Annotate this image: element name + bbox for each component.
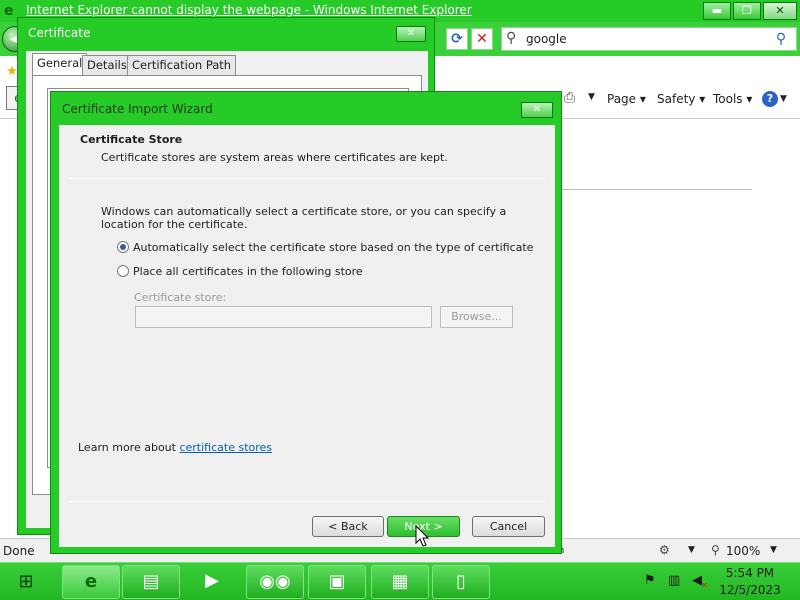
search-box: ⚲ ⚲: [501, 27, 797, 51]
wizard-intro-text: Windows can automatically select a certi…: [101, 205, 507, 231]
mouse-pointer-icon: [415, 525, 430, 547]
footer-divider: [69, 501, 545, 502]
close-button[interactable]: ✕: [763, 2, 797, 20]
page-menu[interactable]: Page ▾: [607, 92, 646, 106]
tab-details[interactable]: Details: [82, 55, 132, 75]
print-icon[interactable]: ⎙: [564, 90, 575, 106]
taskbar-toolbox-app[interactable]: ▣: [308, 565, 366, 599]
certificate-stores-link[interactable]: certificate stores: [179, 441, 272, 454]
help-icon[interactable]: ?: [762, 91, 778, 107]
taskbar-internet-explorer[interactable]: e: [62, 565, 120, 599]
muted-icon: ✕: [701, 581, 708, 590]
action-center-flag-icon[interactable]: ⚑: [644, 573, 656, 588]
tab-certification-path[interactable]: Certification Path: [127, 55, 237, 75]
back-button[interactable]: < Back: [312, 516, 384, 537]
radio-manual-label[interactable]: Place all certificates in the following …: [133, 265, 363, 278]
search-provider-icon: ⚲: [506, 30, 517, 46]
minimize-button[interactable]: ▬: [703, 2, 731, 20]
clock-date[interactable]: 12/5/2023: [710, 583, 790, 597]
maximize-button[interactable]: ❐: [733, 2, 761, 20]
favorites-star-icon[interactable]: ★: [6, 64, 18, 79]
tab-general[interactable]: General: [32, 53, 88, 75]
refresh-icon[interactable]: ⟳: [446, 28, 468, 50]
taskbar-file-explorer[interactable]: ▤: [122, 565, 180, 599]
ie-window-title: Internet Explorer cannot display the web…: [26, 3, 472, 17]
chevron-down-icon[interactable]: ▼: [688, 545, 695, 555]
clock-time[interactable]: 5:54 PM: [710, 566, 790, 580]
tools-menu[interactable]: Tools ▾: [713, 92, 752, 106]
taskbar-eyes-app[interactable]: ◉◉: [246, 565, 304, 599]
safety-menu[interactable]: Safety ▾: [657, 92, 705, 106]
taskbar-media-player[interactable]: ▶: [182, 565, 242, 599]
certificate-import-wizard: Certificate Import Wizard ✕ Certificate …: [50, 91, 562, 554]
radio-auto-label[interactable]: Automatically select the certificate sto…: [133, 241, 533, 254]
certificate-store-label: Certificate store:: [134, 291, 227, 304]
wizard-title: Certificate Import Wizard: [62, 102, 213, 116]
cancel-button[interactable]: Cancel: [472, 516, 545, 537]
radio-button[interactable]: [117, 265, 129, 277]
zoom-icon[interactable]: ⚲: [711, 543, 720, 557]
learn-more-prefix: Learn more about: [78, 441, 176, 454]
taskbar: ⊞ e ▤ ▶ ◉◉ ▣ ▦ ▯ ⚑ ▥ ◀ ✕ 5:54 PM 12/5/20…: [0, 562, 800, 600]
learn-more-text: Learn more about certificate stores: [78, 441, 272, 454]
wizard-step-description: Certificate stores are system areas wher…: [101, 151, 448, 164]
certificate-dialog-title: Certificate: [28, 26, 91, 40]
wizard-body: Certificate Store Certificate stores are…: [59, 125, 555, 547]
security-icon[interactable]: ⚙: [659, 543, 670, 557]
zoom-level[interactable]: 100%: [726, 544, 760, 558]
radio-button[interactable]: [117, 241, 129, 253]
network-icon[interactable]: ▥: [668, 573, 680, 588]
status-text: Done: [3, 544, 35, 558]
search-input[interactable]: [526, 30, 766, 48]
taskbar-document-app[interactable]: ▯: [432, 565, 490, 599]
certificate-store-field: [135, 306, 432, 328]
wizard-step-title: Certificate Store: [80, 133, 183, 146]
stop-icon[interactable]: ✕: [471, 28, 493, 50]
chevron-down-icon[interactable]: ▼: [588, 92, 595, 102]
browse-button: Browse...: [440, 306, 513, 328]
close-icon[interactable]: ✕: [521, 102, 553, 118]
start-button[interactable]: ⊞: [6, 566, 46, 598]
chevron-down-icon[interactable]: ▼: [780, 94, 787, 104]
header-divider: [69, 178, 545, 179]
chevron-down-icon[interactable]: ▼: [770, 545, 777, 555]
taskbar-network-app[interactable]: ▦: [371, 565, 429, 599]
search-icon[interactable]: ⚲: [768, 29, 794, 49]
content-divider: [558, 189, 752, 190]
close-icon[interactable]: ✕: [396, 26, 426, 42]
